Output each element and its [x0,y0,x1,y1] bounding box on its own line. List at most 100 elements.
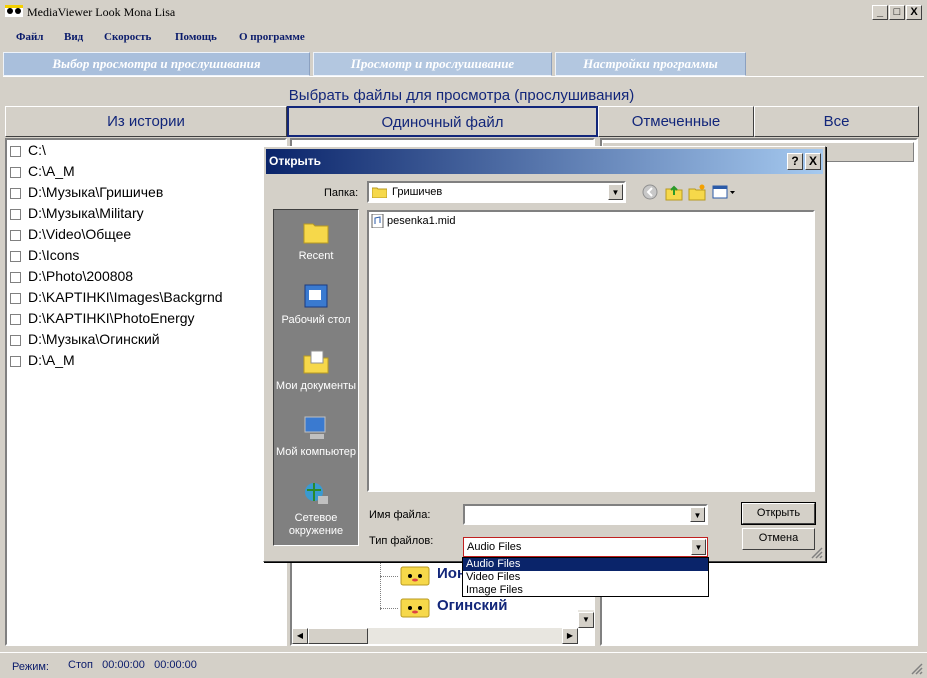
history-list[interactable]: C:\ C:\A_M D:\Музыка\Гришичев D:\Музыка\… [5,138,287,646]
checkbox[interactable] [10,187,21,199]
place-recent[interactable]: Recent [274,218,358,263]
list-item-label: D:\Музыка\Огинский [28,331,160,347]
list-item[interactable]: D:\KAPTIHKI\Images\Backgrnd [10,289,223,309]
place-network[interactable]: Сетевое окружение [274,480,358,538]
scroll-down-icon[interactable]: ▼ [578,612,594,628]
list-item[interactable]: D:\Музыка\Гришичев [10,184,163,204]
subtab-marked[interactable]: Отмеченные [598,106,754,137]
checkbox[interactable] [10,334,21,346]
tree-line [380,576,398,577]
tab-settings[interactable]: Настройки программы [555,52,746,76]
dialog-title: Открыть [269,154,322,168]
scroll-left-icon[interactable]: ◀ [292,628,308,644]
list-item[interactable]: D:\Музыка\Military [10,205,144,225]
checkbox[interactable] [10,145,21,157]
checkbox[interactable] [10,271,21,283]
list-item[interactable]: C:\ [10,142,46,162]
checkbox[interactable] [10,250,21,262]
midi-file-icon [371,214,384,228]
network-icon [305,483,328,504]
list-item[interactable]: D:\A_M [10,352,75,372]
list-item[interactable]: D:\Photo\200808 [10,268,133,288]
folder-label: Папка: [324,187,359,199]
menu-help[interactable]: Помощь [175,31,217,43]
close-button[interactable]: X [906,5,922,20]
tree-line [380,608,398,609]
vertical-scrollbar[interactable]: ▼ [578,610,594,628]
horizontal-scrollbar[interactable]: ◀ ▶ [292,628,578,644]
menu-about[interactable]: О программе [239,31,305,43]
tree-item[interactable]: Ион [400,564,466,589]
subtab-single-file[interactable]: Одиночный файл [287,106,598,137]
checkbox[interactable] [10,208,21,220]
dialog-title-bar: Открыть ? X [266,149,823,174]
folder-icon [400,566,430,586]
chevron-down-icon[interactable]: ▼ [690,507,705,522]
scroll-right-icon[interactable]: ▶ [562,628,578,644]
file-list[interactable]: pesenka1.mid [367,210,815,492]
place-label: Recent [298,250,334,262]
scroll-thumb[interactable] [308,628,368,644]
list-item[interactable]: D:\KAPTIHKI\PhotoEnergy [10,310,195,330]
list-item-label: D:\KAPTIHKI\PhotoEnergy [28,310,195,326]
list-item-label: C:\A_M [28,163,75,179]
dropdown-option[interactable]: Image Files [463,584,708,597]
back-icon[interactable] [642,184,658,200]
dialog-close-button[interactable]: X [805,153,821,170]
cancel-button[interactable]: Отмена [742,528,815,550]
list-item-label: D:\Video\Общее [28,226,132,242]
dropdown-option[interactable]: Video Files [463,571,708,584]
list-item-label: D:\Музыка\Military [28,205,144,221]
resize-grip-icon[interactable] [811,547,823,559]
checkbox[interactable] [10,166,21,178]
new-folder-icon[interactable] [688,183,706,201]
place-label: Рабочий стол [281,314,351,326]
tree-item[interactable]: Огинский [400,596,508,621]
list-item-label: D:\Icons [28,247,80,263]
my-documents-icon [303,350,329,374]
list-item-label: D:\Музыка\Гришичев [28,184,164,200]
place-desktop[interactable]: Рабочий стол [274,282,358,327]
places-bar: Recent Рабочий стол Мои документы Мой ко… [273,209,359,546]
maximize-button[interactable]: □ [889,5,905,20]
checkbox[interactable] [10,292,21,304]
subtab-history[interactable]: Из истории [5,106,287,137]
list-item-label: D:\Photo\200808 [28,268,134,284]
filetype-value: Audio Files [467,541,522,553]
dropdown-option[interactable]: Audio Files [463,558,708,571]
folder-value: Гришичев [392,186,443,198]
list-item[interactable]: C:\A_M [10,163,75,183]
title-bar: MediaViewer Look Mona Lisa _ □ X [0,0,927,25]
menu-speed[interactable]: Скорость [104,31,151,43]
resize-grip-icon[interactable] [910,662,923,675]
chevron-down-icon[interactable]: ▼ [608,184,623,200]
folder-select[interactable]: Гришичев ▼ [367,181,626,203]
list-item[interactable]: D:\Video\Общее [10,226,131,246]
chevron-down-icon[interactable]: ▼ [691,539,706,555]
checkbox[interactable] [10,229,21,241]
up-folder-icon[interactable] [665,183,683,201]
place-label: Сетевое окружение [288,512,344,537]
open-button[interactable]: Открыть [741,502,816,525]
tab-playback[interactable]: Просмотр и прослушивание [313,52,552,76]
menu-file[interactable]: Файл [16,31,43,43]
filetype-dropdown[interactable]: Audio Files Video Files Image Files [462,557,709,597]
page-heading: Выбрать файлы для просмотра (прослушиван… [288,87,635,104]
place-my-documents[interactable]: Мои документы [274,348,358,393]
checkbox[interactable] [10,313,21,325]
tab-select-playback[interactable]: Выбор просмотра и прослушивания [3,52,310,76]
desktop-icon [304,284,328,308]
filetype-select[interactable]: Audio Files ▼ [463,537,708,557]
my-computer-icon [304,416,326,439]
menu-view[interactable]: Вид [64,31,83,43]
list-item[interactable]: D:\Icons [10,247,79,267]
view-menu-icon[interactable] [712,184,736,200]
minimize-button[interactable]: _ [872,5,888,20]
subtab-all[interactable]: Все [754,106,919,137]
checkbox[interactable] [10,355,21,367]
recent-folder-icon [303,223,329,244]
help-button[interactable]: ? [787,153,803,170]
list-item[interactable]: D:\Музыка\Огинский [10,331,160,351]
place-my-computer[interactable]: Мой компьютер [274,414,358,459]
filename-input[interactable]: ▼ [463,504,708,525]
